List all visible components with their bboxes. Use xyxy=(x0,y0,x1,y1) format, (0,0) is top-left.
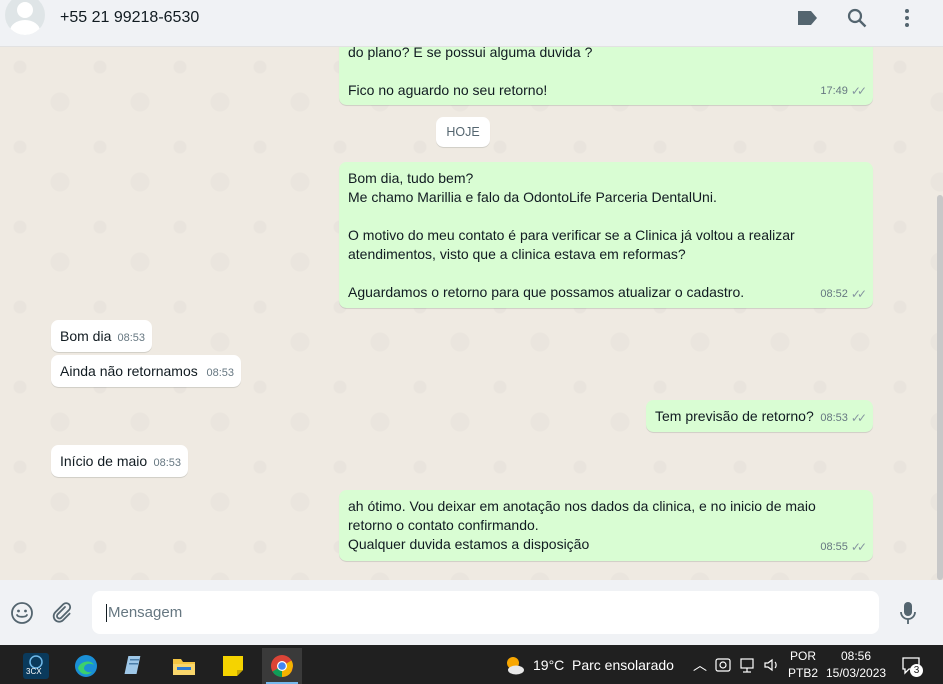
message-time: 17:49 xyxy=(820,85,848,97)
message-bubble-incoming[interactable]: Início de maio 08:53 xyxy=(51,445,188,477)
contact-name[interactable]: +55 21 99218-6530 xyxy=(60,9,199,27)
double-check-icon: ✓✓ xyxy=(850,540,867,554)
microphone-icon[interactable] xyxy=(895,600,921,626)
message-meta: 08:53 xyxy=(206,364,234,383)
edge-icon[interactable] xyxy=(66,648,106,684)
weather-description[interactable]: Parc ensolarado xyxy=(572,657,674,673)
notification-count: 3 xyxy=(910,664,923,677)
sticky-notes-icon[interactable] xyxy=(213,648,253,684)
message-meta: 08:53 xyxy=(153,454,181,473)
message-bubble-incoming[interactable]: Ainda não retornamos 08:53 xyxy=(51,355,241,387)
message-time: 08:53 xyxy=(206,367,234,379)
message-time: 08:55 xyxy=(820,541,848,553)
message-text: Bom dia, tudo bem? Me chamo Marillia e f… xyxy=(348,170,795,300)
3cx-label: 3CX xyxy=(26,667,42,676)
message-meta: 08:52 ✓✓ xyxy=(820,285,867,304)
label-icon[interactable] xyxy=(795,6,819,30)
message-meta: 08:53 xyxy=(117,329,145,348)
double-check-icon: ✓✓ xyxy=(850,84,867,98)
windows-taskbar: 3CX 19°C Parc ensolarado ︿ POR PTB2 08:5… xyxy=(0,645,943,684)
message-meta: 08:55 ✓✓ xyxy=(820,538,867,557)
contact-avatar[interactable] xyxy=(5,0,45,35)
composer xyxy=(0,580,943,645)
menu-icon[interactable] xyxy=(895,6,919,30)
message-bubble-outgoing[interactable]: Bom dia, tudo bem? Me chamo Marillia e f… xyxy=(339,162,873,308)
double-check-icon: ✓✓ xyxy=(850,287,867,301)
message-input[interactable] xyxy=(92,591,879,634)
clock-date[interactable]: 15/03/2023 xyxy=(826,666,886,680)
chevron-up-icon[interactable]: ︿ xyxy=(693,655,707,675)
message-meta: 17:49 ✓✓ xyxy=(820,82,867,101)
chrome-icon[interactable] xyxy=(262,648,302,684)
3cx-icon[interactable]: 3CX xyxy=(16,648,56,684)
app-tray-icon[interactable] xyxy=(715,657,733,673)
input-language[interactable]: POR xyxy=(790,649,816,663)
message-bubble-outgoing[interactable]: Tem previsão de retorno? 08:53 ✓✓ xyxy=(646,400,873,432)
weather-temperature[interactable]: 19°C xyxy=(533,657,564,673)
search-icon[interactable] xyxy=(845,6,869,30)
message-text: ah ótimo. Vou deixar em anotação nos dad… xyxy=(348,498,816,552)
weather-sun-icon[interactable] xyxy=(502,654,526,676)
volume-icon[interactable] xyxy=(763,657,781,673)
message-text: do plano? E se possui alguma duvida ? Fi… xyxy=(348,47,593,98)
network-icon[interactable] xyxy=(740,657,758,673)
emoji-icon[interactable] xyxy=(9,600,35,626)
message-time: 08:53 xyxy=(117,332,145,344)
message-bubble-incoming[interactable]: Bom dia 08:53 xyxy=(51,320,152,352)
notification-icon[interactable]: 3 xyxy=(901,655,923,677)
text-caret xyxy=(106,604,107,622)
file-explorer-icon[interactable] xyxy=(164,648,204,684)
chat-area[interactable]: do plano? E se possui alguma duvida ? Fi… xyxy=(0,47,943,580)
double-check-icon: ✓✓ xyxy=(850,411,867,425)
day-divider: HOJE xyxy=(436,117,490,147)
clock-time[interactable]: 08:56 xyxy=(841,649,871,663)
attach-icon[interactable] xyxy=(49,600,75,626)
keyboard-layout[interactable]: PTB2 xyxy=(788,666,818,680)
chat-header: +55 21 99218-6530 xyxy=(0,0,943,47)
notepad-icon[interactable] xyxy=(115,648,155,684)
message-time: 08:52 xyxy=(820,288,848,300)
chat-scrollbar[interactable] xyxy=(937,195,943,580)
message-time: 08:53 xyxy=(153,457,181,469)
message-time: 08:53 xyxy=(820,412,848,424)
message-bubble-outgoing[interactable]: do plano? E se possui alguma duvida ? Fi… xyxy=(339,47,873,105)
message-bubble-outgoing[interactable]: ah ótimo. Vou deixar em anotação nos dad… xyxy=(339,490,873,561)
message-meta: 08:53 ✓✓ xyxy=(820,409,867,428)
